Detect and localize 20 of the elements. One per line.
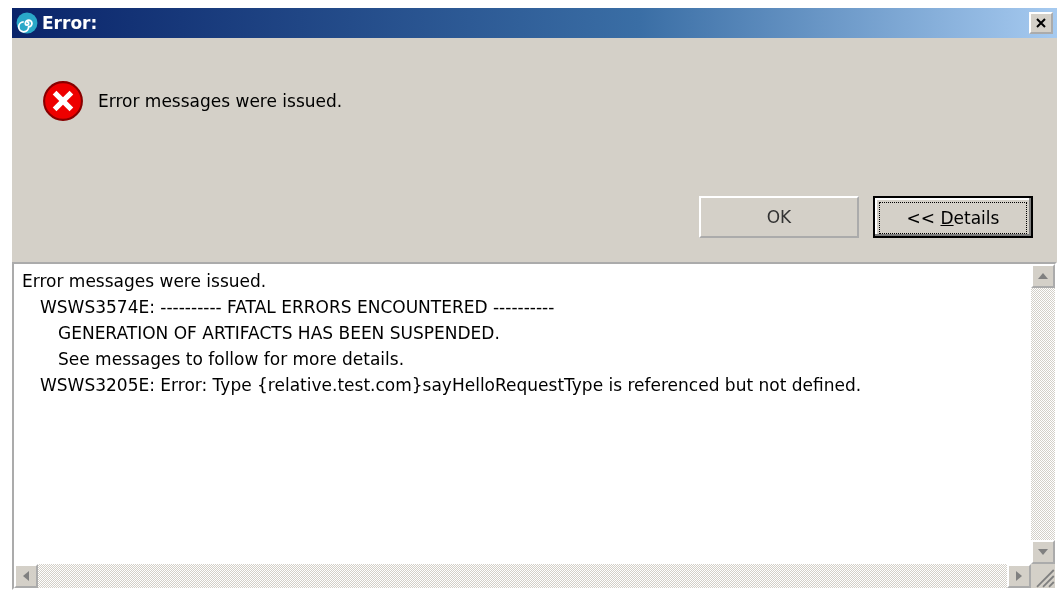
close-icon[interactable] xyxy=(1036,18,1046,28)
ok-button[interactable]: OK xyxy=(699,196,859,238)
error-icon xyxy=(42,80,84,122)
up-arrow-icon[interactable] xyxy=(1038,273,1048,279)
horizontal-scrollbar[interactable] xyxy=(14,564,1031,588)
log-line: Error messages were issued. xyxy=(22,270,268,293)
vertical-scrollbar[interactable] xyxy=(1031,264,1055,564)
close-button[interactable] xyxy=(1029,12,1053,34)
log-line: See messages to follow for more details. xyxy=(57,348,406,371)
log-line: GENERATION OF ARTIFACTS HAS BEEN SUSPENDED. xyxy=(57,322,501,345)
error-message: Error messages were issued. xyxy=(98,91,343,111)
left-arrow-icon[interactable] xyxy=(23,571,29,581)
swirl-icon xyxy=(16,12,38,34)
window-title: Error: xyxy=(42,13,99,33)
resize-grip-icon[interactable] xyxy=(1031,564,1055,588)
log-line: WSWS3574E: ---------- FATAL ERRORS ENCOUNTERED ---------- xyxy=(39,296,556,319)
details-button[interactable]: << Details xyxy=(873,196,1033,238)
log-line: WSWS3205E: Error: Type {relative.test.com}sayHelloRequestType is referenced but not defined. xyxy=(39,374,863,397)
down-arrow-icon[interactable] xyxy=(1038,549,1048,555)
right-arrow-icon[interactable] xyxy=(1016,571,1022,581)
